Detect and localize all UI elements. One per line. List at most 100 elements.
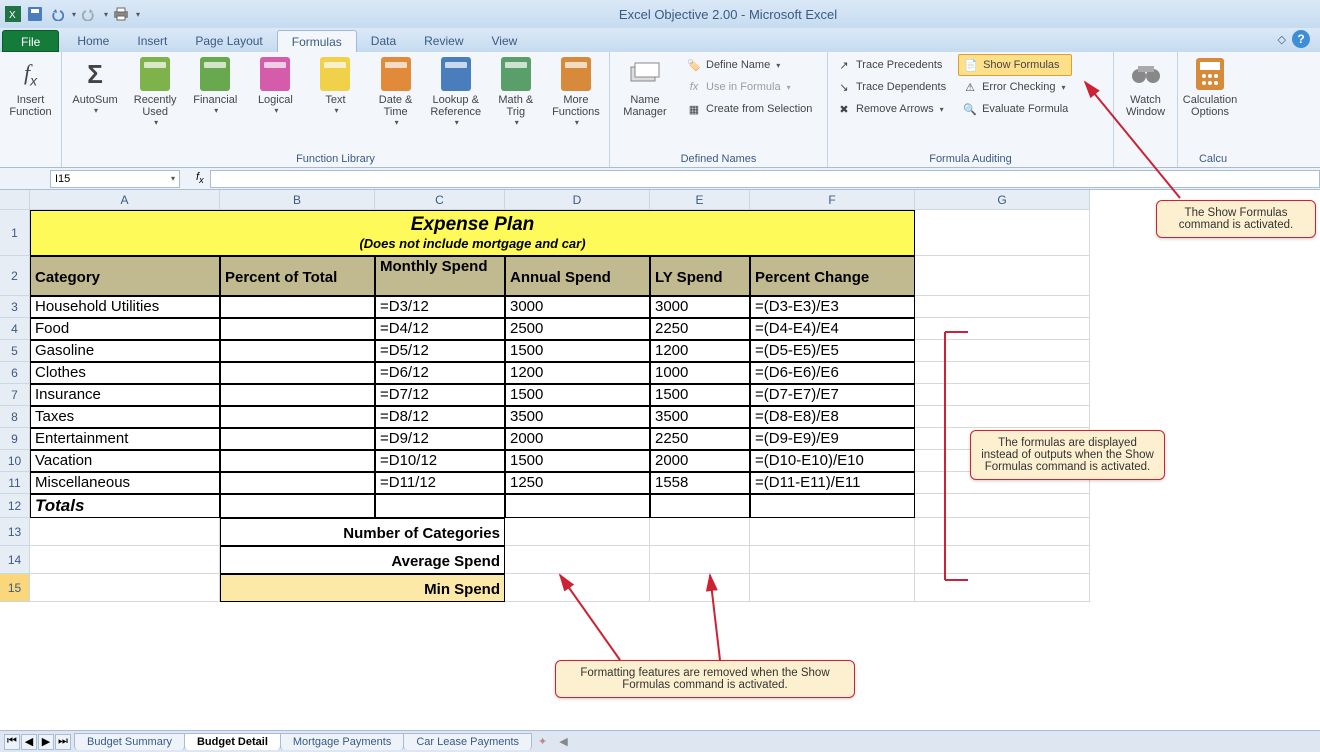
lookup-reference-button[interactable]: Lookup & Reference▾ [428,54,484,129]
redo-dropdown-icon[interactable]: ▾ [104,10,108,19]
insert-function-button[interactable]: fx Insert Function [4,54,57,120]
table-cell[interactable]: =D11/12 [375,472,505,494]
cell[interactable] [915,256,1090,296]
row-header[interactable]: 2 [0,256,30,296]
first-sheet-button[interactable]: ⏮ [4,734,20,750]
column-header[interactable]: D [505,190,650,210]
cell[interactable] [915,574,1090,602]
fx-icon[interactable]: fx [196,171,204,185]
trace-dependents-button[interactable]: ↘Trace Dependents [832,76,950,98]
tab-view[interactable]: View [478,30,532,52]
trace-precedents-button[interactable]: ↗Trace Precedents [832,54,950,76]
text-button[interactable]: Text▾ [307,54,363,117]
logical-button[interactable]: Logical▾ [247,54,303,117]
remove-arrows-button[interactable]: ✖Remove Arrows▾ [832,98,950,120]
cell[interactable] [650,494,750,518]
table-cell[interactable]: 1500 [505,340,650,362]
sheet-tab[interactable]: Car Lease Payments [403,733,532,750]
table-cell[interactable]: 3500 [505,406,650,428]
cell[interactable] [915,406,1090,428]
table-cell[interactable]: 2500 [505,318,650,340]
table-cell[interactable] [220,428,375,450]
table-cell[interactable]: =D3/12 [375,296,505,318]
table-cell[interactable]: 1000 [650,362,750,384]
new-sheet-button[interactable]: ✦ [538,735,547,748]
table-cell[interactable] [220,406,375,428]
table-cell[interactable]: Miscellaneous [30,472,220,494]
column-header[interactable]: A [30,190,220,210]
undo-icon[interactable] [48,5,66,23]
row-header[interactable]: 8 [0,406,30,428]
table-cell[interactable]: Food [30,318,220,340]
table-cell[interactable] [220,318,375,340]
table-cell[interactable]: =(D9-E9)/E9 [750,428,915,450]
table-cell[interactable]: Household Utilities [30,296,220,318]
table-cell[interactable]: Gasoline [30,340,220,362]
name-box[interactable]: I15 ▾ [50,170,180,188]
calculation-options-button[interactable]: Calculation Options [1182,54,1238,120]
table-cell[interactable]: =(D10-E10)/E10 [750,450,915,472]
cell[interactable] [30,546,220,574]
name-manager-button[interactable]: Name Manager [614,54,676,120]
table-cell[interactable]: =D6/12 [375,362,505,384]
table-cell[interactable]: 1200 [505,362,650,384]
summary-label[interactable]: Min Spend [220,574,505,602]
summary-label[interactable]: Average Spend [220,546,505,574]
cell[interactable] [30,574,220,602]
column-header[interactable]: C [375,190,505,210]
tab-file[interactable]: File [2,30,59,52]
table-cell[interactable] [220,384,375,406]
row-header[interactable]: 15 [0,574,30,602]
row-header[interactable]: 6 [0,362,30,384]
cell[interactable] [505,518,650,546]
cell[interactable] [30,518,220,546]
column-header[interactable]: E [650,190,750,210]
table-cell[interactable]: =(D3-E3)/E3 [750,296,915,318]
cell[interactable] [915,494,1090,518]
select-all-corner[interactable] [0,190,30,210]
table-cell[interactable]: 2000 [650,450,750,472]
undo-dropdown-icon[interactable]: ▾ [72,10,76,19]
table-cell[interactable]: 3500 [650,406,750,428]
cell[interactable] [915,518,1090,546]
table-cell[interactable]: 1200 [650,340,750,362]
row-header[interactable]: 12 [0,494,30,518]
last-sheet-button[interactable]: ⏭ [55,734,71,750]
table-cell[interactable]: 2250 [650,428,750,450]
row-header[interactable]: 5 [0,340,30,362]
use-in-formula-button[interactable]: fxUse in Formula▾ [682,76,816,98]
tab-home[interactable]: Home [63,30,123,52]
summary-label[interactable]: Number of Categories [220,518,505,546]
redo-icon[interactable] [80,5,98,23]
cell[interactable] [220,494,375,518]
table-cell[interactable]: =(D8-E8)/E8 [750,406,915,428]
table-cell[interactable] [220,472,375,494]
row-header[interactable]: 10 [0,450,30,472]
table-cell[interactable]: =D9/12 [375,428,505,450]
cell-grid[interactable]: Expense Plan(Does not include mortgage a… [30,210,1090,602]
table-cell[interactable] [220,340,375,362]
cell[interactable] [505,574,650,602]
table-cell[interactable]: Entertainment [30,428,220,450]
table-cell[interactable]: =D8/12 [375,406,505,428]
tab-data[interactable]: Data [357,30,410,52]
help-icon[interactable]: ? [1292,30,1310,48]
table-cell[interactable]: Clothes [30,362,220,384]
cell[interactable] [750,494,915,518]
table-cell[interactable]: 1500 [650,384,750,406]
table-cell[interactable]: =(D6-E6)/E6 [750,362,915,384]
show-formulas-button[interactable]: 📄Show Formulas [958,54,1072,76]
formula-bar-input[interactable] [210,170,1320,188]
table-cell[interactable]: Taxes [30,406,220,428]
table-cell[interactable]: 3000 [650,296,750,318]
table-cell[interactable]: =(D5-E5)/E5 [750,340,915,362]
save-icon[interactable] [26,5,44,23]
table-cell[interactable]: 1250 [505,472,650,494]
watch-window-button[interactable]: Watch Window [1118,54,1173,120]
tab-formulas[interactable]: Formulas [277,30,357,52]
cell[interactable] [375,494,505,518]
table-cell[interactable]: 2000 [505,428,650,450]
table-cell[interactable]: 1558 [650,472,750,494]
table-cell[interactable]: 1500 [505,450,650,472]
cell[interactable] [915,210,1090,256]
